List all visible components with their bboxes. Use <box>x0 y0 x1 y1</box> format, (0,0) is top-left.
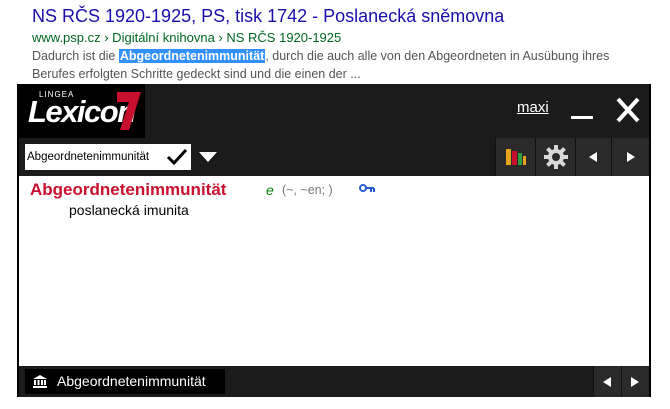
chevron-down-icon[interactable] <box>199 152 217 162</box>
entry-translation[interactable]: poslanecká imunita <box>69 202 189 218</box>
lexicon-window: LINGEA Lexicon maxi Abgeordnetenimmunitä… <box>17 84 651 397</box>
logo-seven-mark <box>117 92 141 130</box>
minimize-button[interactable] <box>571 98 593 122</box>
key-icon[interactable] <box>359 183 375 195</box>
settings-button[interactable] <box>535 138 575 176</box>
maxi-button[interactable]: maxi <box>517 99 549 116</box>
chevron-right-icon <box>627 152 635 162</box>
snippet-highlight[interactable]: Abgeordnetenimmunität <box>118 49 266 63</box>
history-label: Abgeordnetenimmunität <box>57 373 206 389</box>
snippet-before: Dadurch ist die <box>32 49 119 63</box>
result-url: www.psp.cz › Digitální knihovna › NS RČS… <box>32 30 342 45</box>
chevron-left-icon <box>589 152 597 162</box>
history-next-button[interactable] <box>621 366 649 397</box>
history-item[interactable]: Abgeordnetenimmunität <box>25 369 225 394</box>
chevron-right-icon <box>631 377 639 387</box>
lexicon-footer: Abgeordnetenimmunität <box>19 366 649 397</box>
next-button[interactable] <box>611 138 649 176</box>
entry-headword[interactable]: Abgeordnetenimmunität <box>30 180 226 200</box>
previous-button[interactable] <box>575 138 611 176</box>
search-box <box>25 144 191 170</box>
lexicon-toolbar <box>19 138 649 176</box>
result-snippet: Dadurch ist die Abgeordnetenimmunität, d… <box>32 47 632 83</box>
history-previous-button[interactable] <box>593 366 621 397</box>
lexicon-header: LINGEA Lexicon maxi <box>19 84 649 138</box>
search-input[interactable] <box>27 147 163 167</box>
chevron-left-icon <box>603 377 611 387</box>
books-icon <box>506 149 526 165</box>
search-result: NS RČS 1920-1925, PS, tisk 1742 - Poslan… <box>32 0 662 83</box>
result-title-link[interactable]: NS RČS 1920-1925, PS, tisk 1742 - Poslan… <box>32 4 662 28</box>
check-icon[interactable] <box>166 147 188 167</box>
lexicon-logo: LINGEA Lexicon <box>19 84 145 138</box>
entry-grammar: e <box>266 182 274 198</box>
entry-forms: (~, ~en; ) <box>282 183 333 197</box>
dictionaries-button[interactable] <box>495 138 535 176</box>
close-icon[interactable] <box>615 96 641 124</box>
entry-panel: Abgeordnetenimmunität e (~, ~en; ) posla… <box>19 176 649 366</box>
gear-icon <box>544 145 568 169</box>
bank-icon <box>33 375 47 388</box>
